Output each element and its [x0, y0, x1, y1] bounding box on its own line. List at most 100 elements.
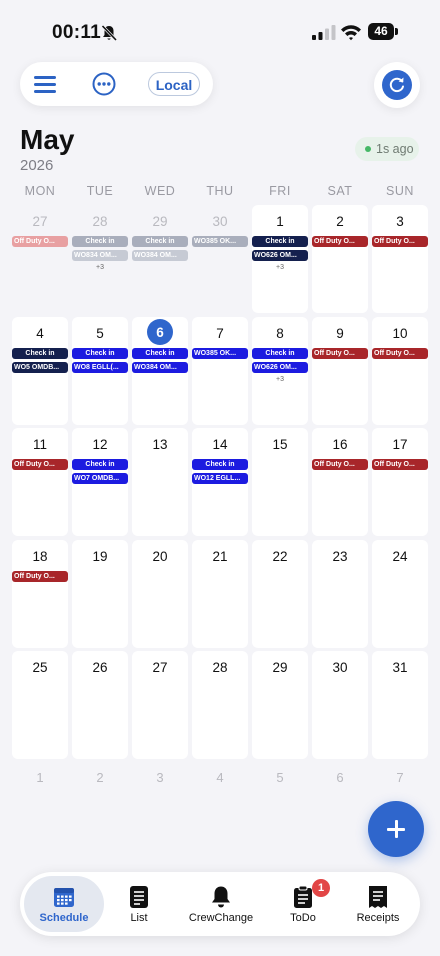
tab-schedule[interactable]: Schedule: [24, 876, 104, 932]
calendar-day-cell[interactable]: 8 Check in WO626 OM... +3: [252, 316, 308, 425]
calendar-event-chip[interactable]: Off Duty O...: [372, 347, 428, 359]
more-events-label[interactable]: +3: [252, 264, 308, 271]
calendar-event-chip[interactable]: Off Duty O...: [372, 236, 428, 247]
more-events-label[interactable]: +3: [252, 376, 308, 383]
calendar-event-chip[interactable]: Off Duty O...: [312, 347, 368, 359]
calendar-day-cell[interactable]: 22: [252, 539, 308, 648]
day-number: 16: [332, 437, 348, 452]
next-month-day[interactable]: 2: [70, 770, 130, 785]
next-month-day[interactable]: 6: [310, 770, 370, 785]
calendar-day-cell[interactable]: 4 Check in WO5 OMDB...: [12, 316, 68, 425]
calendar-day-cell[interactable]: 21: [192, 539, 248, 648]
calendar-day-cell[interactable]: 28: [192, 651, 248, 759]
tab-receipts-label: Receipts: [356, 912, 400, 924]
calendar-event-chip[interactable]: Check in: [72, 347, 128, 359]
calendar-day-cell[interactable]: 6 Check in WO384 OM...: [132, 316, 188, 425]
calendar-day-cell[interactable]: 1 Check in WO626 OM... +3: [252, 205, 308, 313]
calendar-day-cell[interactable]: 15: [252, 428, 308, 536]
hamburger-menu-icon[interactable]: [32, 73, 58, 95]
next-month-day[interactable]: 4: [190, 770, 250, 785]
calendar-day-cell[interactable]: 16 Off Duty O...: [312, 428, 368, 536]
calendar-event-chip[interactable]: WO5 OMDB...: [12, 361, 68, 373]
todo-badge: 1: [312, 879, 330, 897]
calendar-day-cell[interactable]: 26: [72, 651, 128, 759]
plus-icon-v: [394, 820, 398, 838]
day-number: 24: [392, 548, 408, 564]
calendar-day-cell[interactable]: 19: [72, 539, 128, 648]
tab-crewchange[interactable]: CrewChange: [180, 876, 262, 932]
calendar-day-cell[interactable]: 14 Check in WO12 EGLL...: [192, 428, 248, 536]
day-number: 31: [392, 660, 408, 675]
calendar-event-chip[interactable]: WO385 OK...: [192, 347, 248, 359]
calendar-event-chip[interactable]: WO7 OMDB...: [72, 473, 128, 484]
next-month-day[interactable]: 7: [370, 770, 430, 785]
calendar-day-cell[interactable]: 23: [312, 539, 368, 648]
calendar-day-cell[interactable]: 9 Off Duty O...: [312, 316, 368, 425]
next-month-day[interactable]: 3: [130, 770, 190, 785]
calendar-event-chip[interactable]: Check in: [132, 236, 188, 247]
more-options-icon[interactable]: [92, 72, 116, 96]
tab-schedule-label: Schedule: [39, 912, 89, 924]
calendar-event-chip[interactable]: WO385 OK...: [192, 236, 248, 247]
calendar-day-cell[interactable]: 3 Off Duty O...: [372, 205, 428, 313]
calendar-event-chip[interactable]: Check in: [72, 236, 128, 247]
weekday-label: MON: [24, 184, 56, 198]
calendar-event-chip[interactable]: Off Duty O...: [12, 459, 68, 470]
calendar-day-cell[interactable]: 30 WO385 OK...: [192, 205, 248, 313]
calendar-day-cell[interactable]: 12 Check in WO7 OMDB...: [72, 428, 128, 536]
add-event-button[interactable]: [368, 801, 424, 857]
calendar-event-chip[interactable]: Check in: [192, 459, 248, 470]
calendar-event-chip[interactable]: WO626 OM...: [252, 361, 308, 373]
year-label: 2026: [20, 157, 54, 174]
tab-list[interactable]: List: [108, 876, 170, 932]
calendar-event-chip[interactable]: Check in: [252, 236, 308, 247]
calendar-event-chip[interactable]: WO384 OM...: [132, 361, 188, 373]
calendar-day-cell[interactable]: 30: [312, 651, 368, 759]
calendar-day-cell[interactable]: 20: [132, 539, 188, 648]
calendar-event-chip[interactable]: WO384 OM...: [132, 250, 188, 261]
refresh-button[interactable]: [382, 70, 412, 100]
calendar-event-chip[interactable]: Check in: [252, 347, 308, 359]
calendar-day-cell[interactable]: 29: [252, 651, 308, 759]
calendar-day-cell[interactable]: 5 Check in WO8 EGLL(...: [72, 316, 128, 425]
calendar-day-cell[interactable]: 24: [372, 539, 428, 648]
calendar-day-cell[interactable]: 27: [132, 651, 188, 759]
calendar-event-chip[interactable]: Off Duty O...: [312, 459, 368, 470]
calendar-day-cell[interactable]: 2 Off Duty O...: [312, 205, 368, 313]
calendar-day-cell[interactable]: 31: [372, 651, 428, 759]
calendar-event-chip[interactable]: Check in: [12, 347, 68, 359]
calendar-event-chip[interactable]: WO12 EGLL...: [192, 473, 248, 484]
calendar-day-cell[interactable]: 13: [132, 428, 188, 536]
calendar-day-cell[interactable]: 11 Off Duty O...: [12, 428, 68, 536]
day-number: 8: [276, 325, 284, 341]
calendar-event-chip[interactable]: Check in: [132, 347, 188, 359]
calendar-day-cell[interactable]: 28 Check in WO834 OM... +3: [72, 205, 128, 313]
calendar-event-chip[interactable]: Off Duty O...: [12, 236, 68, 247]
calendar-event-chip[interactable]: WO834 OM...: [72, 250, 128, 261]
calendar-event-chip[interactable]: Check in: [72, 459, 128, 470]
sync-dot-icon: [365, 146, 371, 152]
next-month-day[interactable]: 5: [250, 770, 310, 785]
calendar-event-chip[interactable]: WO626 OM...: [252, 250, 308, 261]
more-events-label[interactable]: +3: [72, 264, 128, 271]
weekday-label: SUN: [386, 184, 414, 198]
calendar-event-chip[interactable]: Off Duty O...: [372, 459, 428, 470]
calendar-day-cell[interactable]: 17 Off Duty O...: [372, 428, 428, 536]
calendar-day-cell[interactable]: 27 Off Duty O...: [12, 205, 68, 313]
day-number: 29: [272, 660, 288, 675]
calendar-event-chip[interactable]: Off Duty O...: [312, 236, 368, 247]
tab-todo[interactable]: 1 ToDo: [272, 876, 334, 932]
calendar-day-cell[interactable]: 10 Off Duty O...: [372, 316, 428, 425]
calendar-day-cell[interactable]: 18 Off Duty O...: [12, 539, 68, 648]
next-month-day[interactable]: 1: [10, 770, 70, 785]
refresh-container: [374, 62, 420, 108]
day-number: 28: [212, 660, 228, 675]
calendar-day-cell[interactable]: 25: [12, 651, 68, 759]
day-number: 5: [96, 325, 104, 341]
calendar-event-chip[interactable]: Off Duty O...: [12, 570, 68, 582]
tab-receipts[interactable]: Receipts: [344, 876, 412, 932]
calendar-event-chip[interactable]: WO8 EGLL(...: [72, 361, 128, 373]
calendar-day-cell[interactable]: 29 Check in WO384 OM...: [132, 205, 188, 313]
calendar-day-cell[interactable]: 7 WO385 OK...: [192, 316, 248, 425]
timezone-toggle-button[interactable]: Local: [148, 72, 200, 96]
